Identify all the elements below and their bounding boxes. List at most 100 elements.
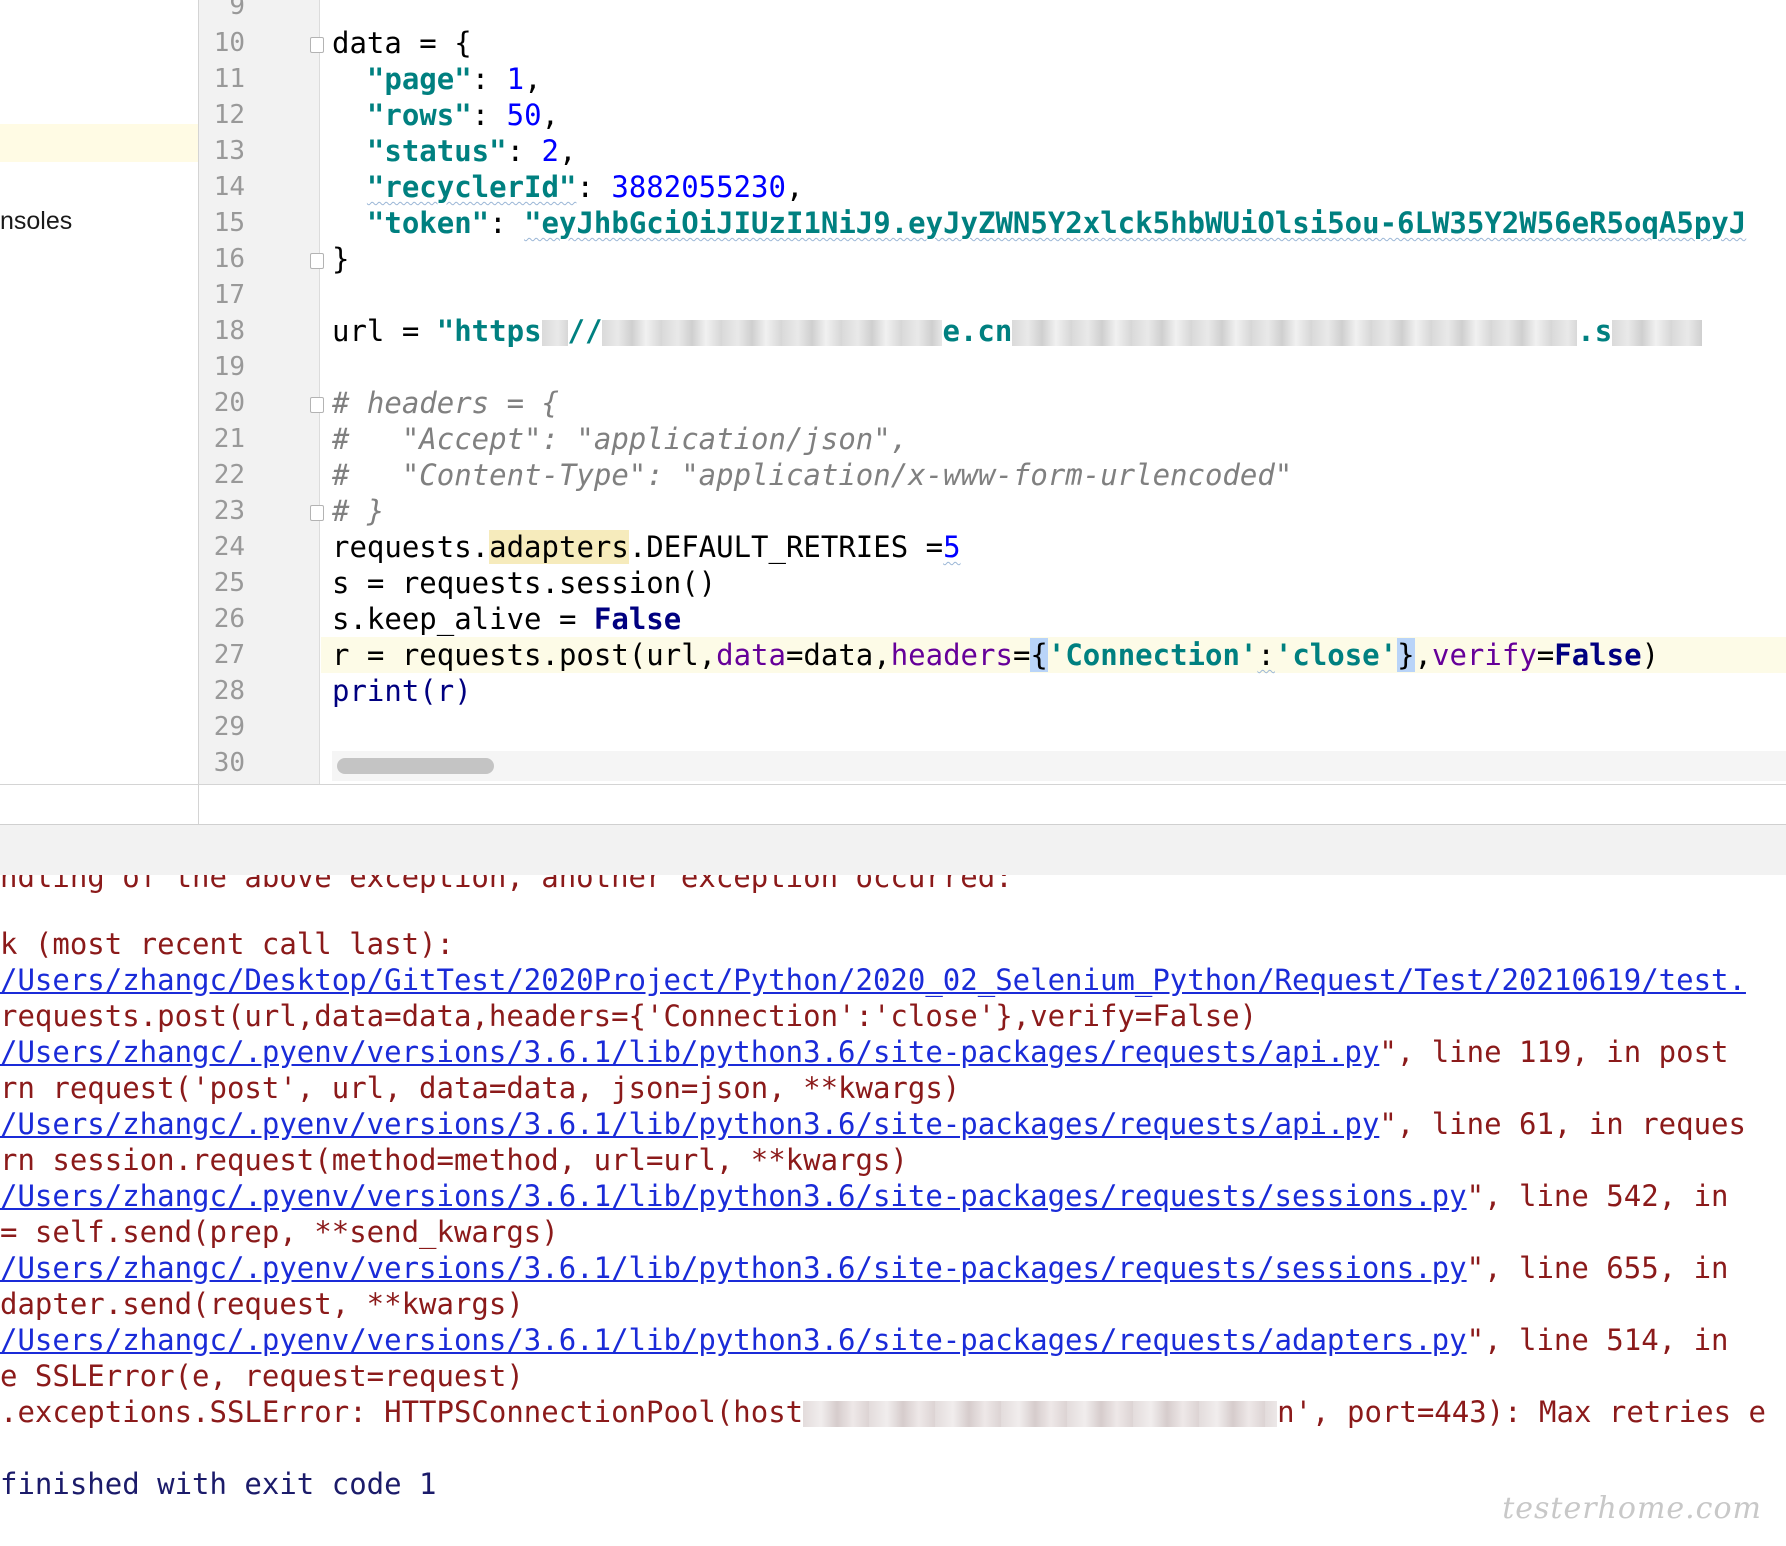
file-link[interactable]: /Users/zhangc/Desktop/GitTest/2020Projec… [0,963,1746,997]
console-line: .exceptions.SSLError: HTTPSConnectionPoo… [0,1394,1766,1430]
run-tool-window-header[interactable] [0,824,1786,876]
number-literal: 3882055230 [611,170,786,204]
redacted-text [1012,320,1578,346]
string-literal: // [567,314,603,348]
run-console[interactable]: ndling of the above exception, another e… [0,875,1786,1545]
console-text: .exceptions.SSLError: HTTPSConnectionPoo… [0,1395,804,1429]
number-literal: 1 [506,62,525,96]
console-line: /Users/zhangc/.pyenv/versions/3.6.1/lib/… [0,1322,1729,1358]
code-line-20[interactable]: # headers = { [321,385,1786,421]
code-line-11[interactable]: "page": 1, [321,61,1786,97]
console-line: rn session.request(method=method, url=ur… [0,1143,908,1177]
watermark-logo: testerhome.com [1502,1491,1762,1526]
code-text: url = [332,314,437,348]
comment-text: # "Content-Type": "application/x-www-for… [332,458,1293,492]
scrollbar-thumb[interactable] [337,758,494,774]
redacted-text [1612,320,1703,346]
console-text: ", line 542, in [1466,1179,1729,1213]
code-line-12[interactable]: "rows": 50, [321,97,1786,133]
dict-key: "recyclerId" [366,170,577,204]
line-number: 29 [213,712,245,742]
code-line-18[interactable]: url = "https // e.cn .s [321,313,1786,349]
project-sidebar: nsoles [0,0,199,824]
file-link[interactable]: /Users/zhangc/.pyenv/versions/3.6.1/lib/… [0,1323,1467,1357]
console-text: ", line 514, in [1466,1323,1729,1357]
console-exit-line: finished with exit code 1 [0,1467,437,1501]
code-line-16[interactable]: } [321,241,1786,277]
line-number: 24 [213,532,245,562]
line-number: 17 [213,280,245,310]
line-number: 22 [213,460,245,490]
code-text: requests. [332,530,490,564]
console-line: /Users/zhangc/Desktop/GitTest/2020Projec… [0,962,1746,998]
console-line: /Users/zhangc/.pyenv/versions/3.6.1/lib/… [0,1250,1729,1286]
code-text: r = requests.post(url, [332,638,717,672]
console-text: n', port=443): Max retries e [1277,1395,1767,1429]
string-literal: 'Connection' [1047,638,1258,672]
code-text: , [1414,638,1433,672]
dict-key: "token" [366,206,490,240]
line-number: 26 [213,604,245,634]
keyword: False [593,602,682,636]
console-line: k (most recent call last): [0,927,454,961]
console-line: /Users/zhangc/.pyenv/versions/3.6.1/lib/… [0,1034,1729,1070]
console-line: /Users/zhangc/.pyenv/versions/3.6.1/lib/… [0,1106,1746,1142]
redacted-text [541,320,568,346]
line-number: 11 [213,64,245,94]
line-number: 18 [213,316,245,346]
brace-match: { [1030,638,1048,672]
line-number: 16 [213,244,245,274]
code-line-24[interactable]: requests.adapters.DEFAULT_RETRIES =5 [321,529,1786,565]
code-text: } [332,242,350,276]
console-line: rn request('post', url, data=data, json=… [0,1071,961,1105]
code-line-14[interactable]: "recyclerId": 3882055230, [321,169,1786,205]
code-text: print(r) [332,674,472,708]
code-line-23[interactable]: # } [321,493,1786,529]
code-line-22[interactable]: # "Content-Type": "application/x-www-for… [321,457,1786,493]
console-text: ", line 61, in reques [1379,1107,1746,1141]
line-number-gutter: 9 10 11 12 13 14 15 16 17 18 19 20 21 22… [199,0,324,784]
comment-text: # } [332,494,385,528]
code-line-13[interactable]: "status": 2, [321,133,1786,169]
code-text: = [1012,638,1031,672]
string-literal: 'close' [1274,638,1398,672]
string-literal: "eyJhbGciOiJIUzI1NiJ9.eyJyZWN5Y2xlck5hbW… [524,206,1747,240]
line-number: 21 [213,424,245,454]
code-line-25[interactable]: s = requests.session() [321,565,1786,601]
number-literal: 5 [943,530,961,564]
file-link[interactable]: /Users/zhangc/.pyenv/versions/3.6.1/lib/… [0,1251,1467,1285]
code-line-21[interactable]: # "Accept": "application/json", [321,421,1786,457]
string-literal: "https [436,314,542,348]
line-number: 19 [213,352,245,382]
panel-divider[interactable] [0,784,1786,785]
console-line: e SSLError(e, request=request) [0,1359,524,1393]
keyword: False [1554,638,1642,672]
dict-key: "rows" [366,98,472,132]
sidebar-selected-row[interactable] [0,124,198,162]
file-link[interactable]: /Users/zhangc/.pyenv/versions/3.6.1/lib/… [0,1107,1379,1141]
line-number: 12 [213,100,245,130]
sidebar-item-consoles[interactable]: nsoles [0,207,72,236]
console-line: = self.send(prep, **send_kwargs) [0,1215,559,1249]
code-text: =data, [785,638,891,672]
code-line-15[interactable]: "token": "eyJhbGciOiJIUzI1NiJ9.eyJyZWN5Y… [321,205,1786,241]
line-number: 23 [213,496,245,526]
comment-text: # headers = { [332,386,559,420]
param-name: data [716,638,786,672]
code-line-27-current[interactable]: r = requests.post(url,data=data,headers=… [321,637,1786,673]
line-number: 20 [213,388,245,418]
param-name: headers [890,638,1013,672]
code-text: : [1257,638,1275,672]
file-link[interactable]: /Users/zhangc/.pyenv/versions/3.6.1/lib/… [0,1035,1379,1069]
horizontal-scrollbar[interactable] [332,751,1786,781]
file-link[interactable]: /Users/zhangc/.pyenv/versions/3.6.1/lib/… [0,1179,1467,1213]
line-number: 25 [213,568,245,598]
code-text: data = { [332,26,472,60]
code-line-26[interactable]: s.keep_alive = False [321,601,1786,637]
code-line-10[interactable]: data = { [321,25,1786,61]
console-line: requests.post(url,data=data,headers={'Co… [0,999,1258,1033]
param-name: verify [1432,638,1537,672]
line-number: 10 [213,28,245,58]
code-line-28[interactable]: print(r) [321,673,1786,709]
code-editor[interactable]: 9 10 11 12 13 14 15 16 17 18 19 20 21 22… [199,0,1786,784]
